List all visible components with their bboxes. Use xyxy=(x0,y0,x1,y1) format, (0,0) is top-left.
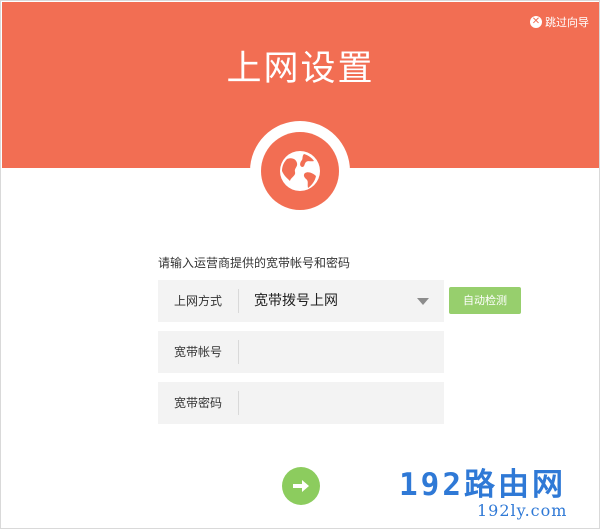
field-divider xyxy=(238,289,239,313)
watermark-sub: 192ly.com xyxy=(477,501,568,520)
auto-detect-button[interactable]: 自动检测 xyxy=(449,287,521,314)
skip-wizard-label: 跳过向导 xyxy=(545,16,589,29)
watermark-logo: 192路由网 192ly.com xyxy=(399,459,599,527)
close-icon: ✕ xyxy=(530,16,542,28)
globe-icon xyxy=(261,132,339,210)
field-divider xyxy=(238,391,239,415)
connection-type-select[interactable]: 上网方式 宽带拨号上网 xyxy=(158,280,444,322)
setup-wizard-window: ✕ 跳过向导 上网设置 请输入运营商提供的宽带帐号和密码 上网方式 宽带拨号上网… xyxy=(0,0,600,529)
field-divider xyxy=(238,340,239,364)
arrow-right-icon xyxy=(293,480,309,492)
globe-badge xyxy=(250,121,350,221)
password-label: 宽带密码 xyxy=(173,396,222,410)
chevron-down-icon[interactable] xyxy=(417,298,429,305)
connection-type-value: 宽带拨号上网 xyxy=(254,293,338,309)
page-title: 上网设置 xyxy=(226,49,375,89)
password-row: 宽带密码 xyxy=(158,382,444,424)
skip-wizard-button[interactable]: ✕ 跳过向导 xyxy=(530,14,589,30)
account-input[interactable] xyxy=(246,337,436,367)
next-button[interactable] xyxy=(282,467,320,505)
connection-type-label: 上网方式 xyxy=(173,294,222,308)
password-input[interactable] xyxy=(246,388,436,418)
watermark-main: 192路由网 xyxy=(399,467,566,503)
account-label: 宽带帐号 xyxy=(173,345,222,359)
instruction-text: 请输入运营商提供的宽带帐号和密码 xyxy=(158,256,351,270)
account-row: 宽带帐号 xyxy=(158,331,444,373)
